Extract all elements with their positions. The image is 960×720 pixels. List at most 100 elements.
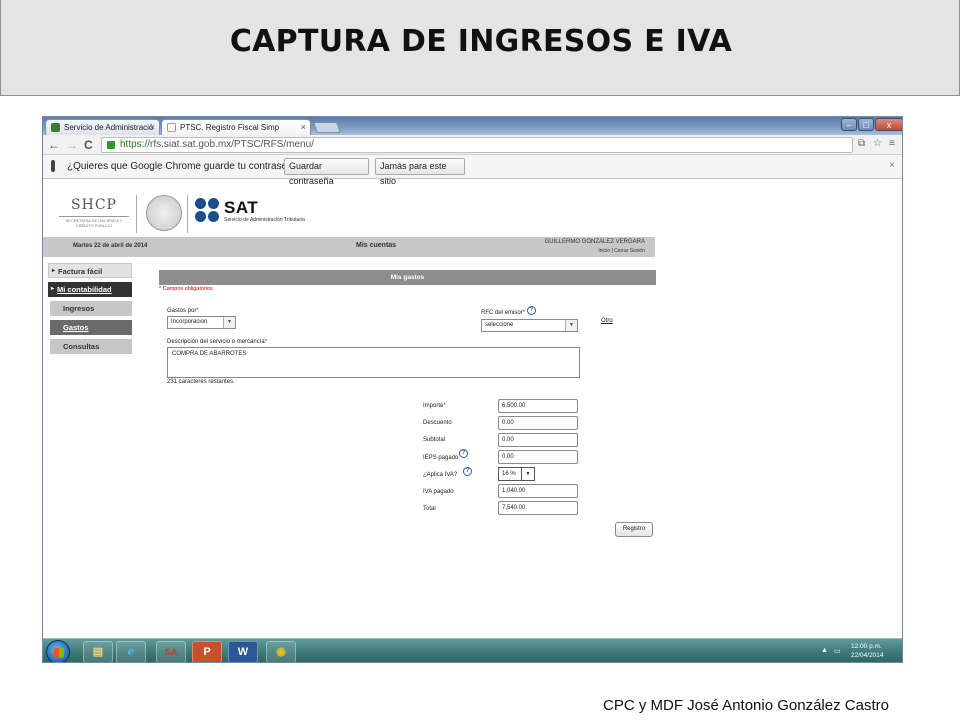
forward-arrow-icon[interactable]: → bbox=[66, 138, 78, 152]
windows-logo-icon bbox=[54, 648, 64, 658]
ieps-label: IEPS pagado bbox=[423, 455, 459, 461]
logo-divider bbox=[136, 195, 137, 233]
logo-divider bbox=[187, 195, 188, 233]
url-path: /PTSC/RFS/menu/ bbox=[231, 139, 314, 150]
save-password-button[interactable]: Guardar contraseña bbox=[284, 158, 369, 186]
tab-strip: Servicio de Administració × PTSC. Regist… bbox=[43, 117, 902, 135]
tab-ptsc-registro[interactable]: PTSC. Registro Fiscal Simp × bbox=[161, 119, 311, 135]
bookmark-star-icon[interactable]: ☆ bbox=[873, 138, 882, 149]
slide-title: CAPTURA DE INGRESOS E IVA bbox=[229, 24, 733, 59]
menu-factura-facil[interactable]: ▸ Factura fácil bbox=[48, 263, 132, 278]
internet-explorer-icon[interactable]: e bbox=[116, 641, 146, 662]
required-note: * Campos obligatorios bbox=[159, 286, 213, 292]
session-links[interactable]: Inicio | Cerrar Sesión bbox=[598, 248, 645, 254]
new-tab-button[interactable] bbox=[312, 122, 342, 133]
word-icon[interactable]: W bbox=[228, 641, 258, 662]
chevron-down-icon: ▼ bbox=[565, 320, 577, 331]
back-arrow-icon[interactable]: ← bbox=[48, 138, 60, 152]
arrow-right-icon: ▸ bbox=[51, 286, 55, 292]
clock-time: 12:00 p.m. bbox=[851, 643, 882, 650]
sat-logo-icon bbox=[195, 198, 221, 224]
session-bar: Martes 22 de abril de 2014 Mis cuentas G… bbox=[43, 237, 655, 257]
sat-wordmark: SAT bbox=[224, 198, 259, 217]
gastos-por-label: Gastos por* bbox=[167, 308, 199, 314]
iva-pagado-field[interactable]: 1,040.00 bbox=[498, 484, 578, 498]
chevron-down-icon: ▼ bbox=[223, 317, 235, 328]
sat-favicon-icon bbox=[51, 123, 60, 132]
shcp-wordmark: SHCP bbox=[71, 197, 117, 213]
aplica-iva-select[interactable]: 16 % ▼ bbox=[498, 467, 535, 481]
national-seal-icon bbox=[146, 195, 182, 231]
menu-ingresos[interactable]: Ingresos bbox=[50, 301, 132, 316]
ieps-field[interactable]: 0.00 bbox=[498, 450, 578, 464]
chevron-down-icon: ▼ bbox=[521, 468, 534, 480]
tab-label: PTSC. Registro Fiscal Simp bbox=[180, 123, 280, 132]
help-icon[interactable]: ? bbox=[463, 467, 472, 476]
help-icon[interactable]: ? bbox=[459, 449, 468, 458]
page-action-icon[interactable]: ⧉ bbox=[858, 138, 865, 149]
subtotal-field[interactable]: 0.00 bbox=[498, 433, 578, 447]
tab-close-icon[interactable]: × bbox=[150, 122, 155, 132]
menu-label: Mi contabilidad bbox=[57, 285, 112, 294]
network-icon[interactable]: ▭ bbox=[834, 647, 841, 655]
tab-label: Servicio de Administració bbox=[64, 123, 154, 132]
sa-app-icon[interactable]: SA bbox=[156, 641, 186, 662]
importe-field[interactable]: 6,500.00 bbox=[498, 399, 578, 413]
page-favicon-icon bbox=[167, 123, 176, 132]
tab-close-icon[interactable]: × bbox=[301, 122, 306, 132]
shcp-logo: SHCP SECRETARÍA DE HACIENDA Y CRÉDITO PÚ… bbox=[59, 197, 129, 231]
reload-icon[interactable]: C bbox=[84, 138, 93, 152]
windows-taskbar: ▤ e SA P W ◉ ▲ ▭ 12:00 p.m. 22/04/2014 bbox=[43, 638, 902, 662]
form-title: Mis gastos bbox=[159, 270, 656, 285]
menu-gastos[interactable]: Gastos bbox=[50, 320, 132, 335]
lock-icon bbox=[107, 141, 115, 149]
infobar-close-icon[interactable]: × bbox=[889, 160, 895, 171]
help-icon[interactable]: ? bbox=[527, 306, 536, 315]
system-clock[interactable]: 12:00 p.m. 22/04/2014 bbox=[851, 642, 884, 660]
menu-label: Factura fácil bbox=[58, 267, 103, 276]
otro-link[interactable]: Otro bbox=[601, 318, 613, 324]
descuento-label: Descuento bbox=[423, 420, 452, 426]
key-icon bbox=[51, 160, 55, 172]
descripcion-textarea[interactable]: COMPRA DE ABARROTES bbox=[167, 347, 580, 378]
address-bar[interactable]: https://rfs.siat.sat.gob.mx/PTSC/RFS/men… bbox=[101, 137, 853, 153]
tab-servicio-administracion[interactable]: Servicio de Administració × bbox=[45, 119, 160, 135]
slide-header: CAPTURA DE INGRESOS E IVA bbox=[0, 0, 960, 96]
tray-arrow-icon[interactable]: ▲ bbox=[821, 647, 828, 654]
rfc-emisor-select[interactable]: seleccione ▼ bbox=[481, 319, 578, 332]
menu-mi-contabilidad[interactable]: ▸ Mi contabilidad bbox=[48, 282, 132, 297]
importe-label: Importe* bbox=[423, 403, 446, 409]
url-host: rfs.siat.sat.gob.mx bbox=[150, 139, 232, 150]
total-label: Total bbox=[423, 506, 436, 512]
menu-consultas[interactable]: Consultas bbox=[50, 339, 132, 354]
rfc-emisor-label: RFC del emisor* bbox=[481, 310, 526, 316]
total-field[interactable]: 7,540.00 bbox=[498, 501, 578, 515]
password-infobar: ¿Quieres que Google Chrome guarde tu con… bbox=[43, 155, 902, 186]
start-button[interactable] bbox=[46, 640, 70, 662]
gastos-por-select[interactable]: Incorporacion ▼ bbox=[167, 316, 236, 329]
slide-credit: CPC y MDF José Antonio González Castro bbox=[603, 697, 889, 714]
chrome-menu-icon[interactable]: ≡ bbox=[889, 138, 895, 149]
section-title: Mis cuentas bbox=[356, 242, 397, 249]
explorer-icon[interactable]: ▤ bbox=[83, 641, 113, 662]
shcp-subtitle: SECRETARÍA DE HACIENDA Y CRÉDITO PÚBLICO bbox=[59, 216, 129, 228]
chrome-icon[interactable]: ◉ bbox=[266, 641, 296, 662]
user-name: GUILLERMO GONZALEZ VERGARA bbox=[544, 239, 645, 245]
close-window-button[interactable]: x bbox=[875, 118, 902, 131]
remaining-characters: 231 caracteres restantes. bbox=[167, 379, 235, 385]
navigation-bar: ← → C https://rfs.siat.sat.gob.mx/PTSC/R… bbox=[43, 135, 902, 155]
password-prompt-text: ¿Quieres que Google Chrome guarde tu con… bbox=[67, 161, 304, 172]
never-save-button[interactable]: Jamás para este sitio bbox=[375, 158, 465, 186]
descuento-field[interactable]: 0.00 bbox=[498, 416, 578, 430]
registro-button[interactable]: Registro bbox=[615, 522, 653, 537]
browser-screenshot: Servicio de Administració × PTSC. Regist… bbox=[42, 116, 903, 663]
subtotal-label: Subtotal bbox=[423, 437, 446, 443]
sat-subtitle: Servicio de Administración Tributaria bbox=[224, 217, 305, 223]
minimize-button[interactable]: – bbox=[841, 118, 857, 131]
current-date: Martes 22 de abril de 2014 bbox=[73, 243, 148, 249]
maximize-button[interactable]: □ bbox=[858, 118, 874, 131]
url-scheme: https:// bbox=[120, 139, 151, 150]
aplica-iva-label: ¿Aplica IVA? bbox=[423, 472, 458, 478]
clock-date: 22/04/2014 bbox=[851, 652, 884, 659]
powerpoint-icon[interactable]: P bbox=[192, 641, 222, 662]
